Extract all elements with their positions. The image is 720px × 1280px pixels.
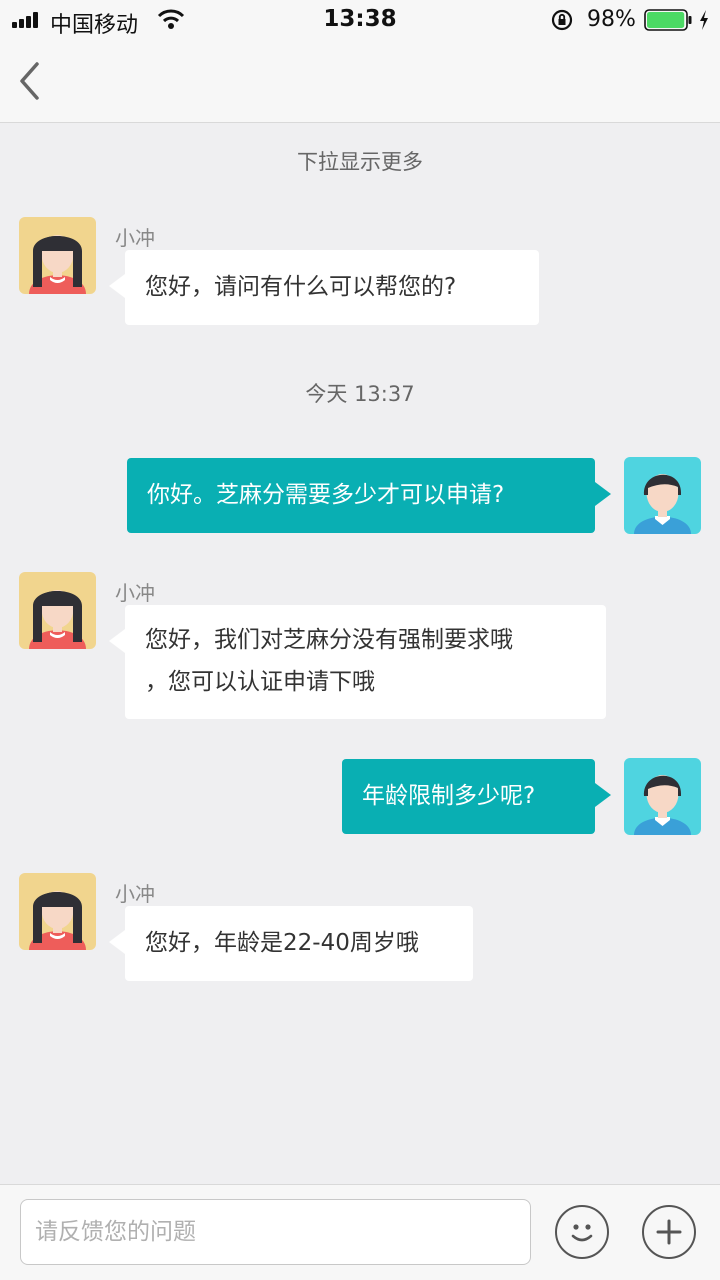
outgoing-message-bubble[interactable]: 你好。芝麻分需要多少才可以申请?	[127, 458, 611, 533]
message-text: 你好。芝麻分需要多少才可以申请?	[147, 482, 505, 508]
sender-name: 小冲	[115, 581, 155, 605]
pull-to-load-hint[interactable]: 下拉显示更多	[0, 146, 720, 176]
agent-avatar[interactable]	[19, 217, 96, 294]
user-avatar[interactable]	[624, 758, 701, 835]
rotation-lock-icon	[551, 9, 573, 31]
status-bar: 中国移动 13:38 98%	[0, 0, 720, 40]
input-bar	[0, 1184, 720, 1280]
incoming-message-bubble[interactable]: 您好，请问有什么可以帮您的?	[109, 250, 539, 325]
battery-icon	[644, 9, 692, 31]
emoji-button[interactable]	[555, 1205, 609, 1259]
nav-bar	[0, 40, 720, 123]
outgoing-message-bubble[interactable]: 年龄限制多少呢?	[342, 759, 611, 834]
message-text: 年龄限制多少呢?	[362, 783, 536, 809]
sender-name: 小冲	[115, 226, 155, 250]
message-text-line: 您好，我们对芝麻分没有强制要求哦	[145, 627, 513, 653]
message-text: 您好，请问有什么可以帮您的?	[145, 274, 457, 300]
incoming-message-bubble[interactable]: 您好，年龄是22-40周岁哦	[109, 906, 473, 981]
feedback-input[interactable]	[20, 1199, 531, 1265]
agent-avatar[interactable]	[19, 572, 96, 649]
charging-bolt-icon	[700, 10, 708, 30]
chevron-left-icon[interactable]	[10, 58, 50, 104]
battery-percentage: 98%	[587, 7, 636, 32]
message-text-line: ，您可以认证申请下哦	[145, 669, 375, 695]
incoming-message-bubble[interactable]: 您好，我们对芝麻分没有强制要求哦 ，您可以认证申请下哦	[109, 605, 606, 719]
plus-icon	[656, 1219, 682, 1245]
time-separator: 今天 13:37	[305, 382, 415, 406]
smiley-icon	[571, 1224, 593, 1242]
more-options-button[interactable]	[642, 1205, 696, 1259]
message-text: 您好，年龄是22-40周岁哦	[145, 930, 419, 956]
user-avatar[interactable]	[624, 457, 701, 534]
agent-avatar[interactable]	[19, 873, 96, 950]
sender-name: 小冲	[115, 882, 155, 906]
